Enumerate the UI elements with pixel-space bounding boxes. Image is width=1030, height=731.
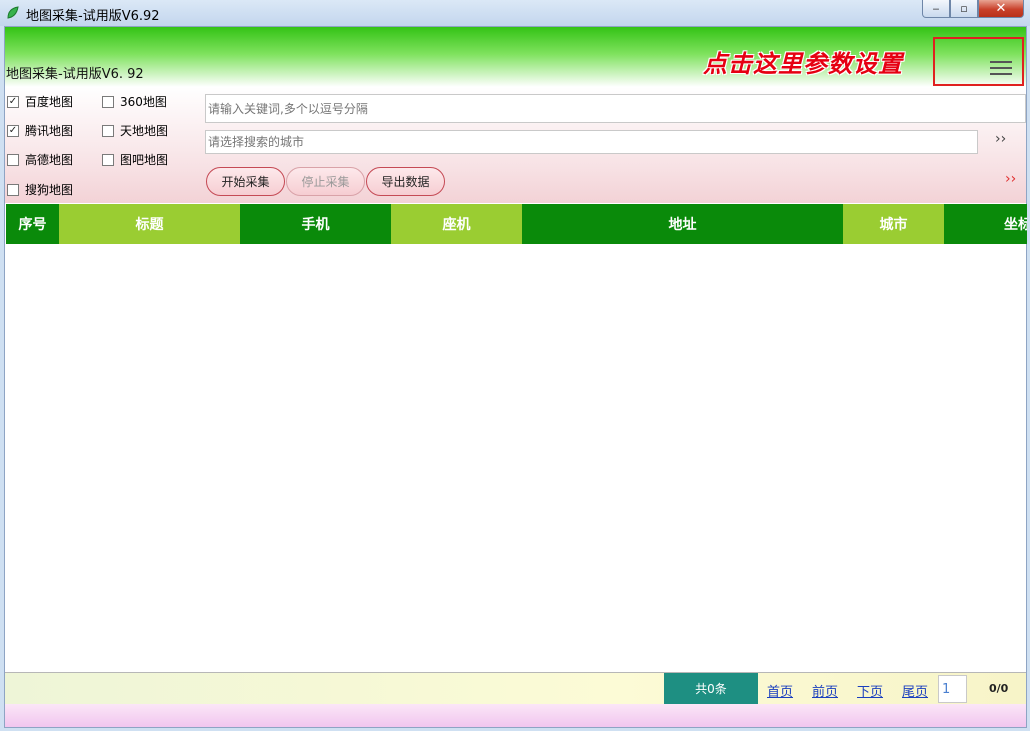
map-option-mapbar[interactable]: 图吧地图 xyxy=(102,151,168,168)
expand-arrow-icon[interactable]: ›› xyxy=(1005,171,1016,187)
table-header: 序号 标题 手机 座机 地址 城市 坐标 xyxy=(6,204,1027,244)
window-title: 地图采集-试用版V6.92 xyxy=(26,9,160,24)
city-input[interactable] xyxy=(205,130,978,154)
stop-collect-button[interactable]: 停止采集 xyxy=(286,167,365,196)
column-header-coordinates[interactable]: 坐标 xyxy=(944,204,1027,244)
next-page-link[interactable]: 下页 xyxy=(857,681,883,700)
keyword-input[interactable] xyxy=(205,94,1026,123)
column-header-city[interactable]: 城市 xyxy=(843,204,944,244)
last-page-link[interactable]: 尾页 xyxy=(902,681,928,700)
total-count: 共0条 xyxy=(664,673,758,704)
pagination-bar: 共0条 首页 前页 下页 尾页 0/0 xyxy=(5,672,1026,704)
results-table-body[interactable] xyxy=(5,244,1026,672)
close-button[interactable]: ✕ xyxy=(978,0,1024,18)
minimize-button[interactable]: ‒ xyxy=(922,0,950,18)
city-select-arrow-icon[interactable]: ›› xyxy=(995,131,1006,147)
map-option-baidu[interactable]: ✓ 百度地图 xyxy=(7,93,73,110)
app-title: 地图采集-试用版V6. 92 xyxy=(6,67,144,82)
map-option-label: 图吧地图 xyxy=(120,153,169,167)
checkbox-baidu[interactable]: ✓ xyxy=(7,95,19,108)
map-option-label: 百度地图 xyxy=(25,95,74,109)
map-option-label: 天地地图 xyxy=(120,124,169,138)
map-option-360[interactable]: 360地图 xyxy=(102,93,167,110)
column-header-title[interactable]: 标题 xyxy=(59,204,240,244)
map-option-tianditu[interactable]: 天地地图 xyxy=(102,122,168,139)
column-header-phone[interactable]: 座机 xyxy=(391,204,522,244)
settings-menu-button[interactable] xyxy=(933,37,1024,86)
leaf-app-icon xyxy=(7,6,19,19)
map-option-label: 腾讯地图 xyxy=(25,124,74,138)
hamburger-menu-icon xyxy=(990,61,1012,75)
settings-hint: 点击这里参数设置 xyxy=(703,50,903,78)
restore-button[interactable]: ▫ xyxy=(950,0,978,18)
export-data-button[interactable]: 导出数据 xyxy=(366,167,445,196)
first-page-link[interactable]: 首页 xyxy=(767,681,793,700)
status-bar xyxy=(5,704,1026,727)
control-panel: ✓ 百度地图 360地图 ✓ 腾讯地图 天地地图 高德地图 图吧地图 搜狗地图 xyxy=(5,87,1026,203)
checkbox-mapbar[interactable] xyxy=(102,153,114,166)
window-titlebar: 地图采集-试用版V6.92 ‒ ▫ ✕ xyxy=(0,0,1030,26)
main-window: 地图采集-试用版V6. 92 点击这里参数设置 ✓ 百度地图 360地图 ✓ 腾… xyxy=(4,26,1027,728)
checkbox-gaode[interactable] xyxy=(7,153,19,166)
page-number-input[interactable] xyxy=(938,675,967,703)
checkbox-tianditu[interactable] xyxy=(102,124,114,137)
map-option-label: 360地图 xyxy=(120,95,167,109)
map-option-tencent[interactable]: ✓ 腾讯地图 xyxy=(7,122,73,139)
map-option-sogou[interactable]: 搜狗地图 xyxy=(7,181,73,198)
prev-page-link[interactable]: 前页 xyxy=(812,681,838,700)
window-controls: ‒ ▫ ✕ xyxy=(922,0,1024,19)
map-option-label: 高德地图 xyxy=(25,153,74,167)
checkbox-tencent[interactable]: ✓ xyxy=(7,124,19,137)
page-count: 0/0 xyxy=(989,682,1009,695)
checkbox-360[interactable] xyxy=(102,95,114,108)
map-option-gaode[interactable]: 高德地图 xyxy=(7,151,73,168)
map-option-label: 搜狗地图 xyxy=(25,183,74,197)
header-banner: 地图采集-试用版V6. 92 点击这里参数设置 xyxy=(5,27,1026,87)
column-header-mobile[interactable]: 手机 xyxy=(240,204,391,244)
start-collect-button[interactable]: 开始采集 xyxy=(206,167,285,196)
checkbox-sogou[interactable] xyxy=(7,183,19,196)
column-header-address[interactable]: 地址 xyxy=(522,204,843,244)
column-header-index[interactable]: 序号 xyxy=(6,204,59,244)
